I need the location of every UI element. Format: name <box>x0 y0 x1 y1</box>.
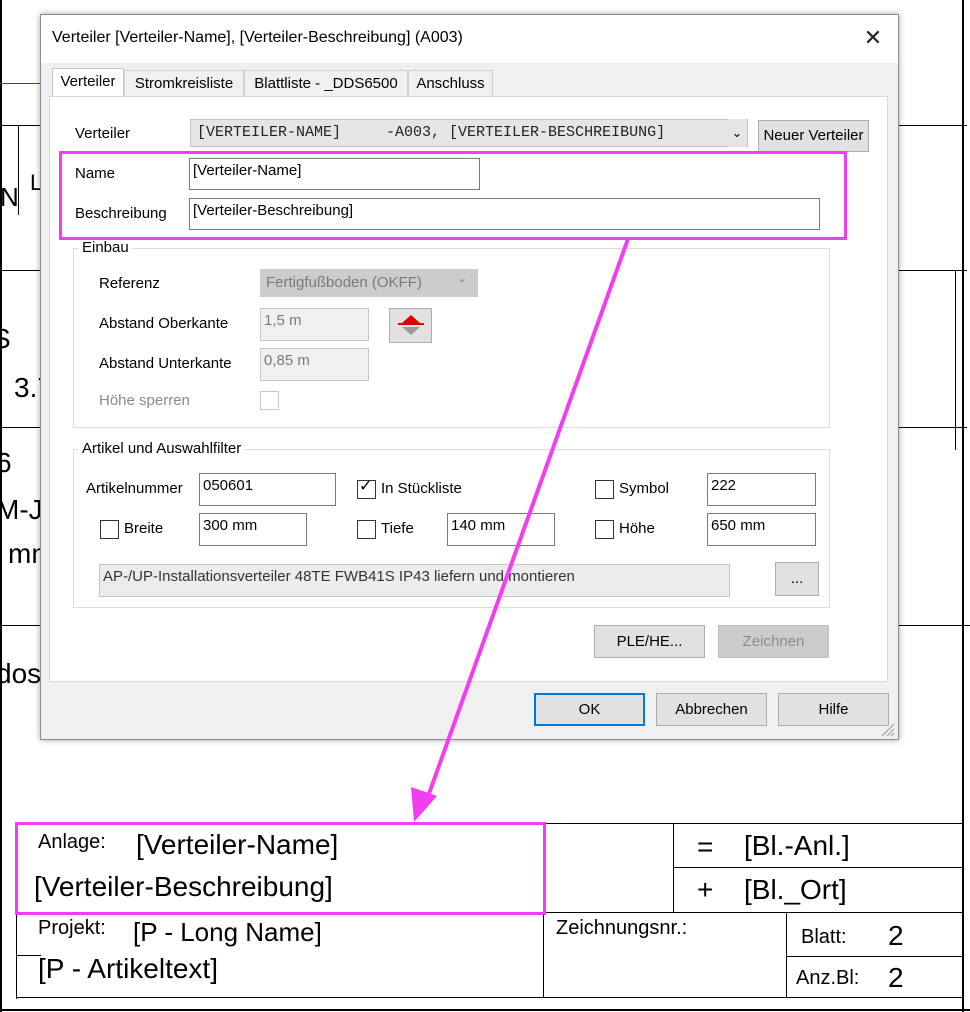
frame-right <box>962 0 964 1012</box>
artikel-browse-button[interactable]: ... <box>775 562 819 596</box>
symbol-checkbox[interactable] <box>595 480 614 499</box>
fragment-s: S <box>0 323 11 354</box>
chevron-down-icon[interactable]: ⌄ <box>728 119 746 147</box>
grid-line <box>897 270 967 271</box>
highlight-box-dialog <box>59 151 847 240</box>
grid-line <box>955 270 956 450</box>
artikelnummer-label: Artikelnummer <box>86 480 183 497</box>
grid-line <box>0 125 40 126</box>
hoehe-checkbox[interactable] <box>595 520 614 539</box>
artikeltext-field[interactable]: AP-/UP-Installationsverteiler 48TE FWB41… <box>99 564 730 597</box>
hoehe-sperren-label: Höhe sperren <box>99 392 190 409</box>
verteiler-label: Verteiler <box>75 125 131 142</box>
ple-he-button[interactable]: PLE/HE... <box>594 625 705 658</box>
oberkante-label: Abstand Oberkante <box>99 315 229 332</box>
checkmark-icon: ✓ <box>359 478 373 495</box>
verteiler-dialog: Verteiler [Verteiler-Name], [Verteiler-B… <box>40 14 899 740</box>
equals-symbol: = <box>697 831 714 862</box>
fragment-n: N <box>0 182 19 212</box>
zeichnungsnr-label: Zeichnungsnr.: <box>556 917 688 939</box>
artikelnummer-field[interactable]: 050601 <box>199 473 336 506</box>
close-button[interactable]: ✕ <box>853 23 893 53</box>
fragment-m-j: M-J <box>0 494 43 525</box>
fragment-dos: dos <box>0 658 42 689</box>
tab-verteiler[interactable]: Verteiler <box>52 68 124 97</box>
tiefe-field[interactable]: 140 mm <box>447 513 555 546</box>
verteiler-combo-value: [VERTEILER-NAME] -A003, [VERTEILER-BESCH… <box>197 124 666 141</box>
highlight-box-title-block <box>15 822 546 915</box>
tab-anschluss[interactable]: Anschluss <box>408 70 493 96</box>
neuer-verteiler-button[interactable]: Neuer Verteiler <box>758 120 869 152</box>
abbrechen-button[interactable]: Abbrechen <box>656 693 767 726</box>
frame-bottom <box>0 1009 970 1011</box>
hoehe-field[interactable]: 650 mm <box>707 513 816 546</box>
grid-line <box>897 125 967 126</box>
verteiler-combo[interactable]: [VERTEILER-NAME] -A003, [VERTEILER-BESCH… <box>190 119 748 147</box>
plus-symbol: + <box>697 874 714 905</box>
zeichnen-button[interactable]: Zeichnen <box>718 625 829 658</box>
projekt-label: Projekt: <box>38 917 106 939</box>
blatt-label: Blatt: <box>801 926 847 948</box>
projekt-artikeltext: [P - Artikeltext] <box>38 953 218 984</box>
referenz-label: Referenz <box>99 275 160 292</box>
grid-line <box>0 427 40 428</box>
anzbl-value: 2 <box>888 962 904 993</box>
title-bar: Verteiler [Verteiler-Name], [Verteiler-B… <box>41 15 898 63</box>
grid-line <box>897 427 967 428</box>
tab-blattliste[interactable]: Blattliste - _DDS6500 <box>244 70 408 96</box>
breite-label: Breite <box>124 520 164 537</box>
dialog-title: Verteiler [Verteiler-Name], [Verteiler-B… <box>52 29 463 46</box>
in-stueckliste-checkbox[interactable]: ✓ <box>357 478 376 499</box>
symbol-field[interactable]: 222 <box>707 473 816 506</box>
ok-button[interactable]: OK <box>534 693 645 726</box>
bl-anl: [Bl.-Anl.] <box>744 830 850 861</box>
projekt-name: [P - Long Name] <box>133 917 322 947</box>
hoehe-label: Höhe <box>619 520 655 537</box>
tab-stromkreisliste[interactable]: Stromkreisliste <box>124 70 244 96</box>
hilfe-button[interactable]: Hilfe <box>778 693 889 726</box>
breite-field[interactable]: 300 mm <box>199 513 307 546</box>
arrow-up-down-icon <box>398 315 424 335</box>
bl-ort: [Bl._Ort] <box>744 874 847 905</box>
tiefe-label: Tiefe <box>381 520 414 537</box>
unterkante-label: Abstand Unterkante <box>99 355 232 372</box>
einbau-title: Einbau <box>79 239 132 256</box>
hoehe-toggle-button[interactable] <box>389 308 432 343</box>
blatt-value: 2 <box>888 920 904 951</box>
unterkante-field[interactable]: 0,85 m <box>260 348 369 381</box>
grid-line <box>0 270 40 271</box>
referenz-value: Fertigfußboden (OKFF) <box>266 274 422 291</box>
in-stueckliste-label: In Stückliste <box>381 480 462 497</box>
referenz-select[interactable]: Fertigfußboden (OKFF) <box>260 269 478 297</box>
artikel-title: Artikel und Auswahlfilter <box>79 440 245 457</box>
anzbl-label: Anz.Bl: <box>796 967 860 989</box>
red-line <box>0 83 40 84</box>
breite-checkbox[interactable] <box>100 520 119 539</box>
symbol-label: Symbol <box>619 480 670 497</box>
fragment-6: 6 <box>0 447 12 478</box>
chevron-down-icon: ⌄ <box>457 271 468 285</box>
oberkante-field[interactable]: 1,5 m <box>260 308 369 341</box>
tiefe-checkbox[interactable] <box>357 520 376 539</box>
hoehe-sperren-checkbox[interactable] <box>260 391 279 410</box>
resize-grip-icon[interactable] <box>879 721 895 737</box>
